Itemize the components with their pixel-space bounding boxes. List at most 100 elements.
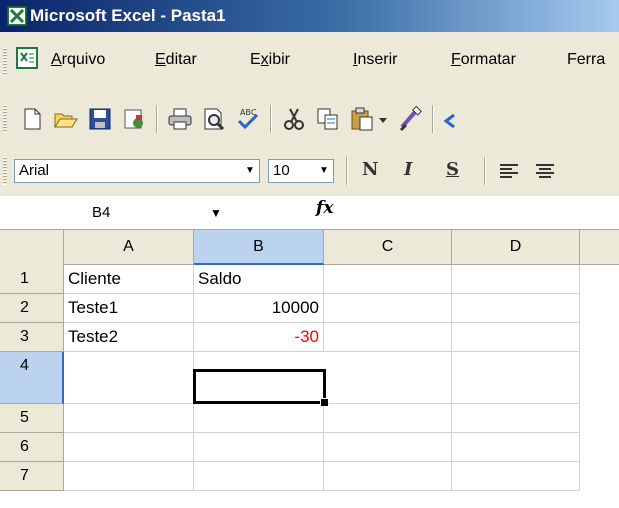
cell-d6[interactable] [452,433,580,462]
table-row: 2 Teste1 10000 [0,294,619,323]
toolbar-separator [270,105,272,133]
cell-c4[interactable] [324,352,452,404]
fill-handle[interactable] [320,398,329,407]
row-header[interactable]: 5 [0,404,64,433]
menu-formatar[interactable]: Formatar [451,50,516,70]
toolbar-separator [156,105,158,133]
column-header-row: A B C D [0,230,619,265]
font-name-combo[interactable]: Arial ▼ [14,159,260,183]
column-header-d[interactable]: D [452,230,580,265]
table-row: 7 [0,462,619,491]
cell-a3[interactable]: Teste2 [64,323,194,352]
cell-a1[interactable]: Cliente [64,265,194,294]
font-size-combo[interactable]: 10 ▼ [268,159,334,183]
cell-d1[interactable] [452,265,580,294]
cell-d7[interactable] [452,462,580,491]
open-icon[interactable] [52,105,80,133]
menu-grip[interactable] [3,48,7,74]
copy-icon[interactable] [314,105,342,133]
cell-a2[interactable]: Teste1 [64,294,194,323]
new-icon[interactable] [18,105,46,133]
row-header[interactable]: 3 [0,323,64,352]
toolbar-grip[interactable] [3,157,7,185]
font-name-value: Arial [19,162,50,179]
cell-a5[interactable] [64,404,194,433]
cell-c2[interactable] [324,294,452,323]
toolbar-grip[interactable] [3,105,7,133]
dropdown-arrow-icon[interactable] [376,105,390,133]
chevron-down-icon[interactable]: ▼ [210,200,222,226]
cell-b5[interactable] [194,404,324,433]
cell-c5[interactable] [324,404,452,433]
cut-icon[interactable] [280,105,308,133]
cell-d2[interactable] [452,294,580,323]
cell-d3[interactable] [452,323,580,352]
cell-c6[interactable] [324,433,452,462]
cell-a7[interactable] [64,462,194,491]
cell-b1[interactable]: Saldo [194,265,324,294]
name-box[interactable]: B4 ▼ [0,200,222,226]
cell-d4[interactable] [452,352,580,404]
row-header[interactable]: 7 [0,462,64,491]
column-header-e[interactable] [580,230,619,265]
row-header[interactable]: 4 [0,352,64,404]
underline-button[interactable]: S [446,159,459,181]
name-box-value: B4 [92,204,111,221]
window-title: Microsoft Excel - Pasta1 [30,6,226,25]
cell-d5[interactable] [452,404,580,433]
table-row: 3 Teste2 -30 [0,323,619,352]
menu-arquivo[interactable]: Arquivo [51,50,105,70]
column-header-a[interactable]: A [64,230,194,265]
cell-c3[interactable] [324,323,452,352]
cell-b6[interactable] [194,433,324,462]
toolbar-separator [346,157,348,185]
table-row: 6 [0,433,619,462]
chevron-down-icon[interactable]: ▼ [242,161,258,181]
table-row: 1 Cliente Saldo [0,265,619,294]
excel-logo-icon [7,6,27,26]
paste-icon[interactable] [348,105,376,133]
align-left-icon[interactable] [496,159,522,185]
toolbar-separator [484,157,486,185]
italic-button[interactable]: I [404,159,412,181]
menu-editar[interactable]: Editar [155,50,197,70]
font-size-value: 10 [273,162,290,179]
formatting-toolbar: Arial ▼ 10 ▼ N I S [0,151,619,191]
toolbar-separator [432,105,434,133]
select-all-corner[interactable] [0,230,64,265]
permission-icon[interactable] [120,105,148,133]
cell-b7[interactable] [194,462,324,491]
menu-exibir[interactable]: Exibir [250,50,290,70]
print-preview-icon[interactable] [200,105,228,133]
cell-c7[interactable] [324,462,452,491]
format-painter-icon[interactable] [396,105,424,133]
row-header[interactable]: 1 [0,265,64,294]
cell-a4[interactable] [64,352,194,404]
active-cell-b4[interactable] [193,369,326,404]
align-center-icon[interactable] [532,159,558,185]
undo-icon[interactable] [440,105,460,133]
menu-ferramentas[interactable]: Ferra [567,50,605,70]
workbook-icon[interactable] [16,47,38,69]
table-row: 5 [0,404,619,433]
title-bar: Microsoft Excel - Pasta1 [0,0,619,32]
menu-inserir[interactable]: Inserir [353,50,397,70]
cell-b3[interactable]: -30 [194,323,324,352]
cell-c1[interactable] [324,265,452,294]
chevron-down-icon[interactable]: ▼ [316,161,332,181]
cell-b2[interactable]: 10000 [194,294,324,323]
print-icon[interactable] [166,105,194,133]
formula-bar: B4 ▼ fx [0,196,619,230]
standard-toolbar: ABC [0,99,619,139]
fx-icon[interactable]: fx [316,198,333,218]
column-header-b[interactable]: B [194,230,324,265]
menu-bar: Arquivo Editar Exibir Inserir Formatar F… [0,44,619,80]
row-header[interactable]: 6 [0,433,64,462]
row-header[interactable]: 2 [0,294,64,323]
column-header-c[interactable]: C [324,230,452,265]
save-icon[interactable] [86,105,114,133]
cell-a6[interactable] [64,433,194,462]
spelling-icon[interactable]: ABC [234,105,262,133]
spreadsheet-grid: A B C D 1 Cliente Saldo 2 Teste1 10000 3… [0,230,619,508]
bold-button[interactable]: N [362,159,378,181]
